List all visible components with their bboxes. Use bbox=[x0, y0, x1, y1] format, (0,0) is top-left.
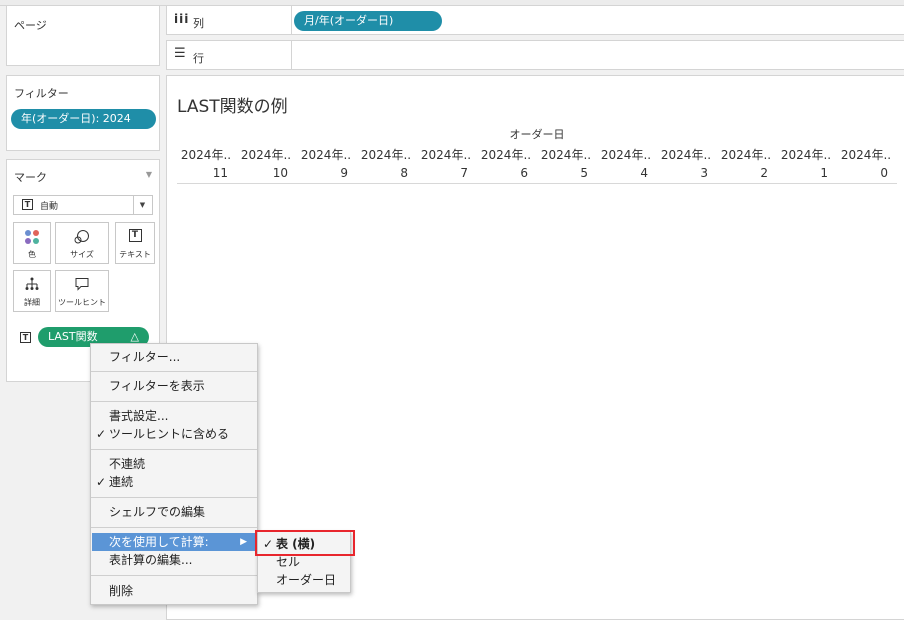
values-underline bbox=[177, 183, 897, 184]
mark-text-button[interactable]: T テキスト bbox=[115, 222, 155, 264]
pages-title: ページ bbox=[14, 19, 47, 32]
detail-tree-icon bbox=[14, 277, 50, 293]
mark-type-label: 自動 bbox=[40, 202, 59, 212]
value-cell[interactable]: 8 bbox=[356, 166, 416, 180]
columns-label: 列 bbox=[193, 17, 204, 30]
menu-item-discrete[interactable]: 不連続 bbox=[92, 455, 256, 473]
mark-tooltip-label: ツールヒント bbox=[58, 298, 106, 307]
value-cell[interactable]: 2 bbox=[716, 166, 776, 180]
rows-divider bbox=[291, 41, 292, 69]
value-cell[interactable]: 10 bbox=[236, 166, 296, 180]
mark-type-select[interactable]: T 自動 ▼ bbox=[13, 195, 153, 215]
check-icon: ✓ bbox=[96, 475, 107, 489]
marks-title: マーク bbox=[14, 171, 47, 184]
pages-card[interactable]: ページ bbox=[6, 5, 160, 66]
column-header[interactable]: 2024年.. bbox=[776, 146, 836, 163]
value-cell[interactable]: 6 bbox=[476, 166, 536, 180]
mark-detail-button[interactable]: 詳細 bbox=[13, 270, 51, 312]
column-header[interactable]: 2024年.. bbox=[836, 146, 896, 163]
chevron-down-icon: ▼ bbox=[133, 196, 151, 214]
value-cell[interactable]: 9 bbox=[296, 166, 356, 180]
tooltip-bubble-icon bbox=[56, 277, 108, 293]
column-header[interactable]: 2024年.. bbox=[656, 146, 716, 163]
menu-item-show-filter[interactable]: フィルターを表示 bbox=[92, 377, 256, 395]
column-header[interactable]: 2024年.. bbox=[176, 146, 236, 163]
column-header[interactable]: 2024年.. bbox=[596, 146, 656, 163]
value-cell[interactable]: 7 bbox=[416, 166, 476, 180]
column-header[interactable]: 2024年.. bbox=[476, 146, 536, 163]
menu-separator bbox=[91, 371, 257, 372]
filters-title: フィルター bbox=[14, 87, 69, 100]
value-cell[interactable]: 5 bbox=[536, 166, 596, 180]
menu-separator bbox=[91, 527, 257, 528]
menu-item-edit-in-shelf[interactable]: シェルフでの編集 bbox=[92, 503, 256, 521]
mark-detail-label: 詳細 bbox=[24, 298, 40, 307]
view-title: LAST関数の例 bbox=[177, 97, 288, 117]
column-header[interactable]: 2024年.. bbox=[296, 146, 356, 163]
menu-separator bbox=[91, 449, 257, 450]
rows-shelf[interactable]: ☰ 行 bbox=[166, 40, 904, 70]
value-cell[interactable]: 4 bbox=[596, 166, 656, 180]
columns-divider bbox=[291, 6, 292, 34]
menu-separator bbox=[91, 401, 257, 402]
mark-size-label: サイズ bbox=[70, 250, 94, 259]
text-box-icon: T bbox=[116, 229, 154, 245]
menu-item-filter[interactable]: フィルター... bbox=[92, 348, 256, 366]
mark-color-label: 色 bbox=[28, 250, 36, 259]
value-cell[interactable]: 1 bbox=[776, 166, 836, 180]
rows-label: 行 bbox=[193, 52, 204, 65]
marks-dropdown-triangle-icon[interactable]: ▼ bbox=[146, 170, 152, 179]
columns-icon: iii bbox=[174, 12, 190, 26]
mark-text-label: テキスト bbox=[119, 250, 151, 259]
menu-separator bbox=[91, 497, 257, 498]
column-header[interactable]: 2024年.. bbox=[416, 146, 476, 163]
value-cell[interactable]: 3 bbox=[656, 166, 716, 180]
submenu-highlight-box bbox=[255, 530, 355, 556]
column-header[interactable]: 2024年.. bbox=[356, 146, 416, 163]
rows-icon: ☰ bbox=[174, 46, 186, 61]
filters-card[interactable]: フィルター 年(オーダー日): 2024 bbox=[6, 75, 160, 151]
value-cell[interactable]: 0 bbox=[836, 166, 896, 180]
menu-item-continuous[interactable]: ✓ 連続 bbox=[92, 473, 256, 491]
mark-color-button[interactable]: 色 bbox=[13, 222, 51, 264]
column-header[interactable]: 2024年.. bbox=[536, 146, 596, 163]
columns-shelf[interactable]: iii 列 月/年(オーダー日) bbox=[166, 5, 904, 35]
submenu-arrow-icon: ▶ bbox=[240, 537, 247, 547]
column-header[interactable]: 2024年.. bbox=[236, 146, 296, 163]
submenu-item-order-date[interactable]: オーダー日 bbox=[259, 571, 349, 589]
check-icon: ✓ bbox=[96, 427, 107, 441]
header-field-label: オーダー日 bbox=[509, 128, 565, 141]
text-encoding-icon: T bbox=[20, 332, 31, 343]
value-cell[interactable]: 11 bbox=[176, 166, 236, 180]
menu-item-edit-table-calc[interactable]: 表計算の編集... bbox=[92, 551, 256, 569]
columns-pill-month-year[interactable]: 月/年(オーダー日) bbox=[294, 11, 442, 31]
column-header[interactable]: 2024年.. bbox=[716, 146, 776, 163]
mark-size-button[interactable]: サイズ bbox=[55, 222, 109, 264]
menu-item-compute-using[interactable]: 次を使用して計算: ▶ bbox=[92, 533, 256, 551]
mark-field-label: LAST関数 bbox=[48, 330, 98, 343]
mark-tooltip-button[interactable]: ツールヒント bbox=[55, 270, 109, 312]
menu-item-include-in-tooltip[interactable]: ✓ ツールヒントに含める bbox=[92, 425, 256, 443]
color-dots-icon bbox=[14, 229, 50, 245]
filter-pill-year[interactable]: 年(オーダー日): 2024 bbox=[11, 109, 156, 129]
text-mark-icon: T bbox=[22, 199, 33, 210]
menu-item-remove[interactable]: 削除 bbox=[92, 582, 256, 600]
menu-separator bbox=[91, 575, 257, 576]
context-menu: フィルター... フィルターを表示 書式設定... ✓ ツールヒントに含める 不連… bbox=[90, 343, 258, 605]
size-circles-icon bbox=[56, 229, 108, 245]
menu-item-format[interactable]: 書式設定... bbox=[92, 407, 256, 425]
